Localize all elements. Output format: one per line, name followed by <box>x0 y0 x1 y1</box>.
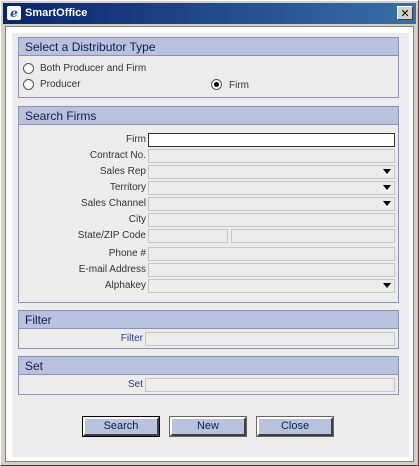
contract-no-input[interactable] <box>148 149 395 163</box>
distributor-type-section: Select a Distributor Type Both Producer … <box>18 37 399 98</box>
set-input[interactable] <box>145 378 395 392</box>
app-logo-icon: e <box>7 6 21 20</box>
chevron-down-icon <box>383 283 391 288</box>
radio-both-producer-firm[interactable] <box>23 63 34 74</box>
filter-section: Filter Filter <box>18 310 399 349</box>
sales-rep-select[interactable] <box>148 165 395 179</box>
radio-firm[interactable] <box>211 79 222 90</box>
state-zip-label: State/ZIP Code <box>77 230 146 241</box>
set-header: Set <box>19 357 398 375</box>
sales-channel-label: Sales Channel <box>80 198 146 209</box>
filter-header: Filter <box>19 311 398 329</box>
close-button[interactable]: Close <box>256 416 334 437</box>
filter-input[interactable] <box>145 332 395 346</box>
contract-no-label: Contract No. <box>89 150 146 161</box>
city-input[interactable] <box>148 213 395 227</box>
alphakey-label: Alphakey <box>104 280 146 291</box>
set-label: Set <box>127 379 143 390</box>
chevron-down-icon <box>383 201 391 206</box>
smartoffice-dialog: e SmartOffice ✕ Select a Distributor Typ… <box>0 0 419 466</box>
sales-rep-label: Sales Rep <box>99 166 146 177</box>
dialog-body: Select a Distributor Type Both Producer … <box>12 33 409 457</box>
firm-label: Firm <box>126 134 146 145</box>
phone-label: Phone # <box>108 248 146 259</box>
radio-producer-label: Producer <box>40 79 81 90</box>
email-input[interactable] <box>148 263 395 277</box>
radio-producer[interactable] <box>23 79 34 90</box>
radio-firm-label: Firm <box>229 80 249 91</box>
territory-select[interactable] <box>148 181 395 195</box>
search-firms-section: Search Firms Firm Contract No. Sales Rep… <box>18 106 399 303</box>
sales-channel-select[interactable] <box>148 197 395 211</box>
alphakey-select[interactable] <box>148 279 395 293</box>
window-close-button[interactable]: ✕ <box>397 6 413 20</box>
chevron-down-icon <box>383 185 391 190</box>
distributor-type-header: Select a Distributor Type <box>19 38 398 56</box>
new-button[interactable]: New <box>169 416 247 437</box>
dialog-content: Select a Distributor Type Both Producer … <box>5 26 414 462</box>
firm-input[interactable] <box>148 133 395 147</box>
radio-both-producer-firm-label: Both Producer and Firm <box>40 63 147 74</box>
search-button[interactable]: Search <box>82 416 160 437</box>
zip-input[interactable] <box>231 229 395 243</box>
territory-label: Territory <box>109 182 146 193</box>
search-firms-header: Search Firms <box>19 107 398 125</box>
phone-input[interactable] <box>148 247 395 261</box>
state-input[interactable] <box>148 229 228 243</box>
city-label: City <box>128 214 146 225</box>
window-title: SmartOffice <box>25 7 88 19</box>
chevron-down-icon <box>383 169 391 174</box>
email-label: E-mail Address <box>78 264 146 275</box>
title-bar[interactable]: e SmartOffice ✕ <box>3 3 416 24</box>
filter-label: Filter <box>120 333 143 344</box>
set-section: Set Set <box>18 356 399 395</box>
